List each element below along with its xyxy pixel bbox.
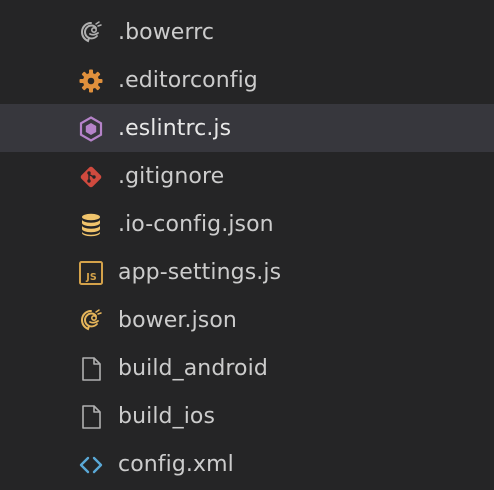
file-explorer-tree: .bowerrc .editorconfig .eslintrc.js .git… — [0, 0, 494, 490]
file-item-app-settings[interactable]: JS app-settings.js — [0, 248, 494, 296]
file-item-build-ios[interactable]: build_ios — [0, 392, 494, 440]
bower-icon — [78, 308, 104, 334]
file-item-eslintrc[interactable]: .eslintrc.js — [0, 104, 494, 152]
bower-icon — [78, 20, 104, 46]
file-label: .editorconfig — [118, 68, 258, 93]
file-label: build_ios — [118, 404, 216, 429]
file-label: .eslintrc.js — [118, 116, 232, 141]
file-item-bowerrc[interactable]: .bowerrc — [0, 8, 494, 56]
file-item-io-config[interactable]: .io-config.json — [0, 200, 494, 248]
file-item-gitignore[interactable]: .gitignore — [0, 152, 494, 200]
git-icon — [78, 164, 104, 190]
file-icon — [78, 404, 104, 430]
file-label: .gitignore — [118, 164, 225, 189]
gear-icon — [78, 68, 104, 94]
file-item-config-xml[interactable]: config.xml — [0, 440, 494, 488]
file-label: build_android — [118, 356, 268, 381]
svg-text:JS: JS — [85, 272, 97, 283]
eslint-icon — [78, 116, 104, 142]
file-item-editorconfig[interactable]: .editorconfig — [0, 56, 494, 104]
javascript-icon: JS — [78, 260, 104, 286]
file-label: .io-config.json — [118, 212, 274, 237]
file-icon — [78, 356, 104, 382]
file-label: bower.json — [118, 308, 237, 333]
file-label: app-settings.js — [118, 260, 282, 285]
file-label: config.xml — [118, 452, 234, 477]
code-icon — [78, 452, 104, 478]
file-label: .bowerrc — [118, 20, 215, 45]
file-item-bower-json[interactable]: bower.json — [0, 296, 494, 344]
file-item-build-android[interactable]: build_android — [0, 344, 494, 392]
database-icon — [78, 212, 104, 238]
